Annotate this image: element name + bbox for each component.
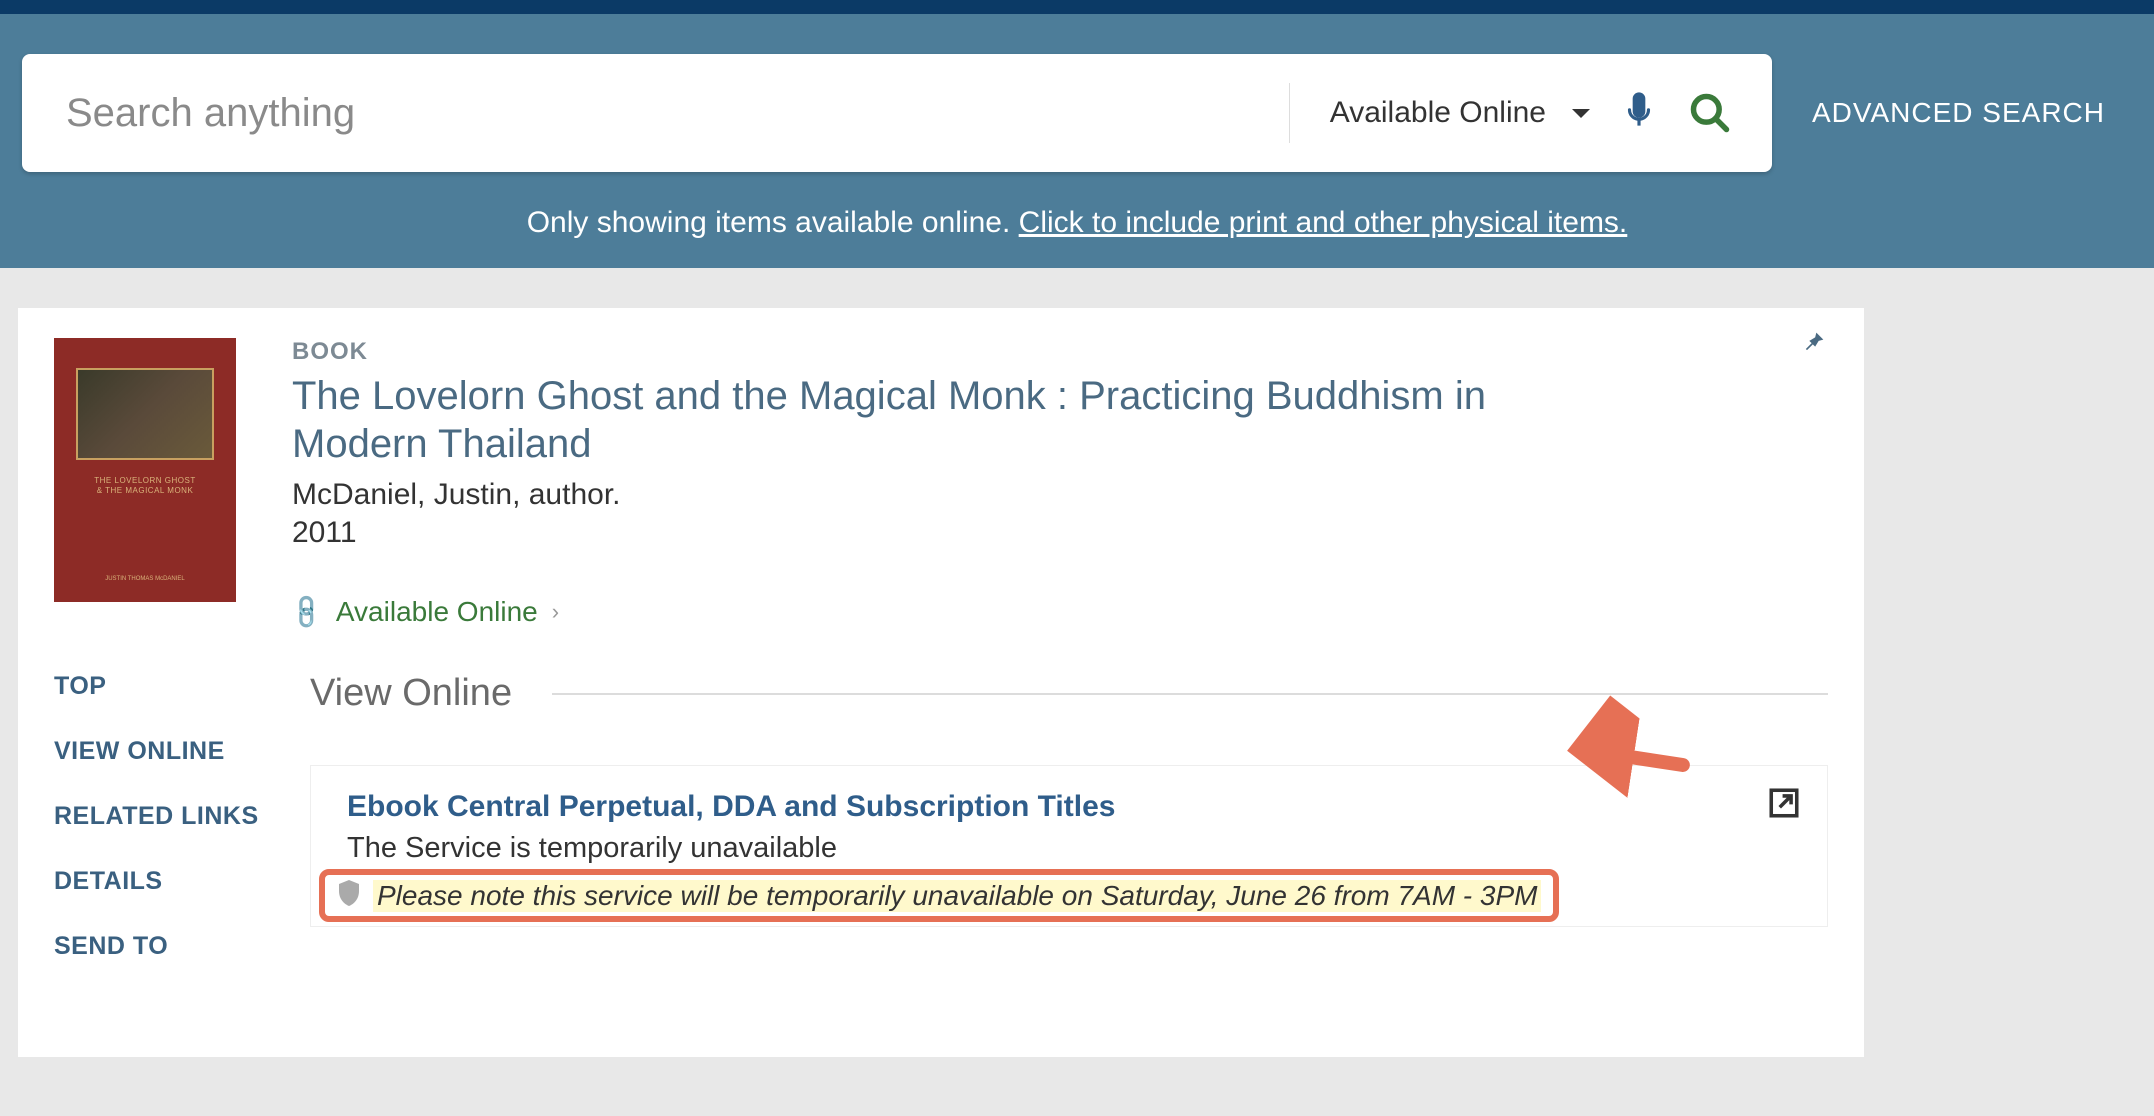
shield-icon — [337, 879, 361, 912]
sidenav-item-send-to[interactable]: SEND TO — [54, 932, 274, 961]
link-icon: 🔗 — [286, 591, 328, 633]
sidenav-item-details[interactable]: DETAILS — [54, 867, 274, 896]
main-content: THE LOVELORN GHOST& THE MAGICAL MONK JUS… — [0, 268, 2154, 1057]
chevron-right-icon: › — [552, 599, 559, 625]
record-author: McDaniel, Justin, author. — [292, 478, 1828, 512]
book-cover[interactable]: THE LOVELORN GHOST& THE MAGICAL MONK JUS… — [54, 338, 236, 602]
advanced-search-link[interactable]: ADVANCED SEARCH — [1812, 97, 2105, 129]
include-physical-link[interactable]: Click to include print and other physica… — [1019, 206, 1628, 239]
service-card: Ebook Central Perpetual, DDA and Subscri… — [310, 765, 1828, 927]
record-panel: THE LOVELORN GHOST& THE MAGICAL MONK JUS… — [18, 308, 1864, 1057]
filter-notice: Only showing items available online. Cli… — [22, 206, 2132, 240]
record-year: 2011 — [292, 516, 1828, 550]
sidenav-item-related-links[interactable]: RELATED LINKS — [54, 802, 274, 831]
search-row: Available Online ADVANCED SEARCH — [22, 54, 2132, 172]
availability-row[interactable]: 🔗 Available Online › — [292, 596, 1828, 628]
record-lower: TOP VIEW ONLINE RELATED LINKS DETAILS SE… — [54, 672, 1828, 997]
record-meta: BOOK The Lovelorn Ghost and the Magical … — [292, 338, 1828, 628]
open-external-icon[interactable] — [1767, 786, 1801, 825]
section-title: View Online — [310, 672, 512, 715]
content-area: View Online — [310, 672, 1828, 997]
search-area: Available Online ADVANCED SEARCH Only sh… — [0, 14, 2154, 268]
cover-art — [76, 368, 214, 460]
service-note-text: Please note this service will be tempora… — [373, 880, 1541, 912]
filter-notice-prefix: Only showing items available online. — [527, 206, 1019, 239]
chevron-down-icon — [1572, 109, 1590, 118]
resource-type-label: BOOK — [292, 338, 1828, 366]
service-unavailable-text: The Service is temporarily unavailable — [347, 832, 1797, 865]
section-divider — [552, 693, 1828, 695]
top-banner-strip — [0, 0, 2154, 14]
service-title-link[interactable]: Ebook Central Perpetual, DDA and Subscri… — [347, 790, 1797, 824]
search-scope-selector[interactable]: Available Online — [1289, 83, 1590, 143]
search-box: Available Online — [22, 54, 1772, 172]
service-note-highlight: Please note this service will be tempora… — [319, 869, 1559, 922]
pin-icon[interactable] — [1800, 328, 1828, 361]
search-icon[interactable] — [1688, 91, 1732, 135]
side-nav: TOP VIEW ONLINE RELATED LINKS DETAILS SE… — [54, 672, 274, 997]
sidenav-item-view-online[interactable]: VIEW ONLINE — [54, 737, 274, 766]
record-header: THE LOVELORN GHOST& THE MAGICAL MONK JUS… — [54, 338, 1828, 628]
cover-author-text: JUSTIN THOMAS McDANIEL — [54, 576, 236, 582]
sidenav-item-top[interactable]: TOP — [54, 672, 274, 701]
record-title[interactable]: The Lovelorn Ghost and the Magical Monk … — [292, 372, 1522, 468]
search-scope-label: Available Online — [1330, 96, 1546, 130]
microphone-icon[interactable] — [1620, 89, 1658, 137]
availability-text: Available Online — [336, 596, 538, 628]
search-input[interactable] — [66, 54, 1289, 172]
cover-title-text: THE LOVELORN GHOST& THE MAGICAL MONK — [54, 476, 236, 497]
